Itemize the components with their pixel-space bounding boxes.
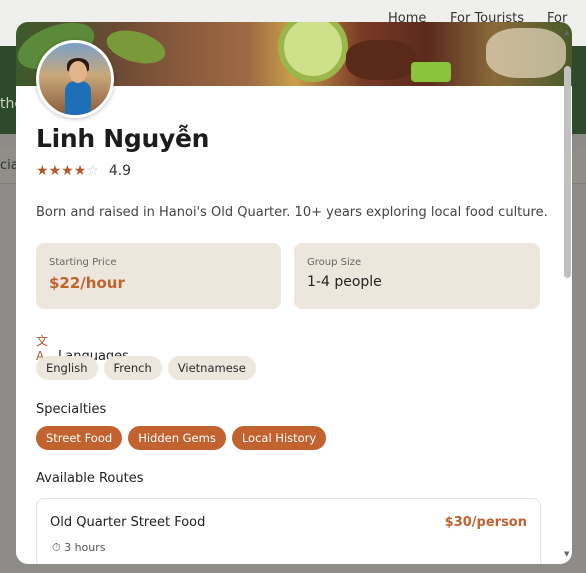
route-card[interactable]: Old Quarter Street Food $30/person ⏱ 3 h… [36, 498, 541, 564]
avatar [36, 40, 114, 118]
group-size-card: Group Size 1-4 people [294, 243, 540, 309]
starting-price-card: Starting Price $22/hour [36, 243, 281, 309]
rating: ★ ★ ★ ★ ☆ 4.9 [36, 163, 131, 179]
specialties-heading: Specialties [36, 402, 107, 417]
timer-icon: ⏱ [52, 541, 61, 554]
star-icon: ★ [61, 163, 74, 179]
languages-list: English French Vietnamese [36, 356, 256, 380]
star-icon: ★ [36, 163, 49, 179]
guide-profile-modal: Linh Nguyễn ★ ★ ★ ★ ☆ 4.9 Born and raise… [16, 22, 572, 564]
starting-price-label: Starting Price [49, 257, 117, 268]
modal-scrollbar[interactable]: ▲ ▼ [564, 28, 572, 558]
star-icon: ★ [73, 163, 87, 179]
rating-value: 4.9 [108, 163, 132, 179]
specialties-list: Street Food Hidden Gems Local History [36, 426, 327, 450]
specialty-chip: Street Food [36, 426, 123, 450]
specialty-chip: Local History [231, 426, 327, 450]
guide-bio: Born and raised in Hanoi's Old Quarter. … [36, 205, 548, 220]
routes-heading: Available Routes [36, 471, 144, 486]
scroll-thumb[interactable] [564, 66, 571, 278]
route-duration: ⏱ 3 hours [52, 541, 106, 554]
scroll-up-arrow-icon[interactable]: ▲ [564, 28, 569, 36]
scroll-down-arrow-icon[interactable]: ▼ [564, 550, 569, 558]
group-size-value: 1-4 people [307, 274, 382, 290]
guide-name: Linh Nguyễn [36, 124, 210, 153]
language-chip: Vietnamese [167, 356, 256, 380]
starting-price-value: $22/hour [49, 274, 125, 292]
language-chip: French [103, 356, 162, 380]
specialty-chip: Hidden Gems [128, 426, 226, 450]
star-icon: ★ [48, 163, 62, 179]
language-chip: English [36, 356, 98, 380]
route-name: Old Quarter Street Food [50, 515, 206, 530]
group-size-label: Group Size [307, 257, 362, 268]
star-empty-icon: ☆ [86, 163, 99, 179]
route-price: $30/person [444, 515, 527, 530]
